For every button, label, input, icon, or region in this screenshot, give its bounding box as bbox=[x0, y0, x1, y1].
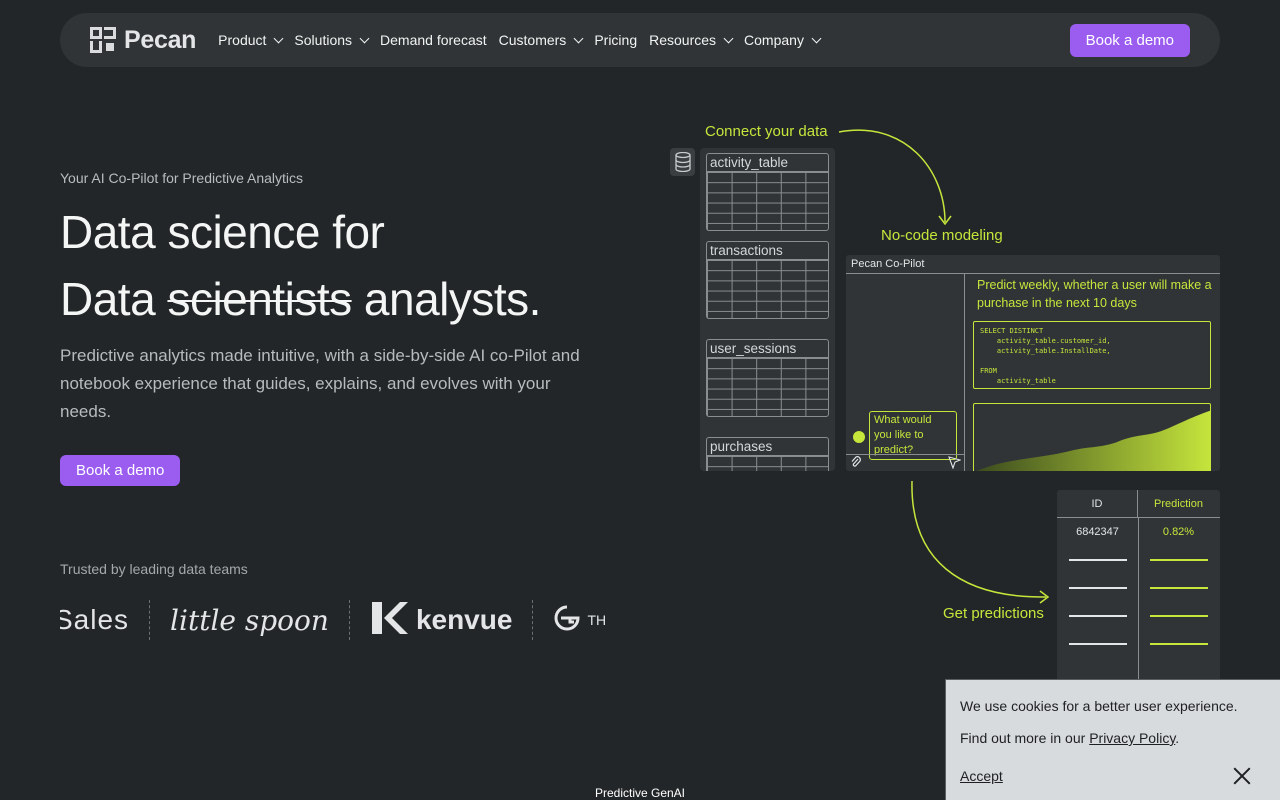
table-card: transactions bbox=[706, 241, 829, 319]
database-icon bbox=[670, 148, 695, 176]
cookie-accept-link[interactable]: Accept bbox=[960, 768, 1003, 784]
table-card: purchases bbox=[706, 437, 829, 471]
table-name: user_sessions bbox=[707, 340, 828, 358]
cell-id: 6842347 bbox=[1076, 526, 1119, 538]
table-name: purchases bbox=[707, 438, 828, 456]
copilot-question-bubble: What would you like to predict? bbox=[869, 411, 957, 460]
predictions-header-row: ID Prediction bbox=[1057, 490, 1220, 518]
table-card: activity_table bbox=[706, 153, 829, 231]
connect-data-label: Connect your data bbox=[705, 123, 828, 140]
get-predictions-label: Get predictions bbox=[943, 605, 1044, 622]
cookie-more-info-prefix: Find out more in our bbox=[960, 730, 1086, 746]
table-name: transactions bbox=[707, 242, 828, 260]
header-id: ID bbox=[1057, 490, 1138, 517]
cookie-banner: We use cookies for a better user experie… bbox=[945, 679, 1280, 800]
table-grid bbox=[707, 456, 828, 471]
table-grid bbox=[707, 172, 828, 230]
sql-code-block: SELECT DISTINCT activity_table.customer_… bbox=[973, 321, 1211, 389]
table-grid bbox=[707, 358, 828, 416]
send-icon[interactable] bbox=[948, 456, 962, 471]
copilot-window: Pecan Co-Pilot What would you like to pr… bbox=[846, 255, 1220, 471]
header-prediction: Prediction bbox=[1154, 498, 1203, 510]
close-icon[interactable] bbox=[1233, 767, 1251, 785]
table-card: user_sessions bbox=[706, 339, 829, 417]
table-grid bbox=[707, 260, 828, 318]
copilot-chat-pane: What would you like to predict? bbox=[846, 274, 965, 471]
copilot-title: Pecan Co-Pilot bbox=[846, 255, 1220, 274]
copilot-input-bar[interactable] bbox=[846, 454, 964, 471]
no-code-modeling-label: No-code modeling bbox=[881, 227, 1003, 244]
data-tables-panel: activity_table transactions user_session… bbox=[700, 148, 835, 471]
predictions-body: 6842347 0.82% bbox=[1057, 518, 1220, 690]
cookie-message: We use cookies for a better user experie… bbox=[960, 698, 1238, 714]
copilot-avatar-dot bbox=[853, 431, 865, 443]
cookie-more-info: Find out more in our Privacy Policy. bbox=[960, 730, 1179, 746]
attach-icon[interactable] bbox=[850, 456, 862, 471]
copilot-prompt-text: Predict weekly, whether a user will make… bbox=[977, 278, 1212, 310]
forecast-area-chart bbox=[973, 403, 1211, 471]
predictions-table: ID Prediction 6842347 0.82% bbox=[1057, 490, 1220, 690]
table-name: activity_table bbox=[707, 154, 828, 172]
cookie-more-info-suffix: . bbox=[1175, 730, 1180, 746]
privacy-policy-link[interactable]: Privacy Policy bbox=[1089, 730, 1175, 746]
cell-prediction: 0.82% bbox=[1162, 526, 1195, 538]
